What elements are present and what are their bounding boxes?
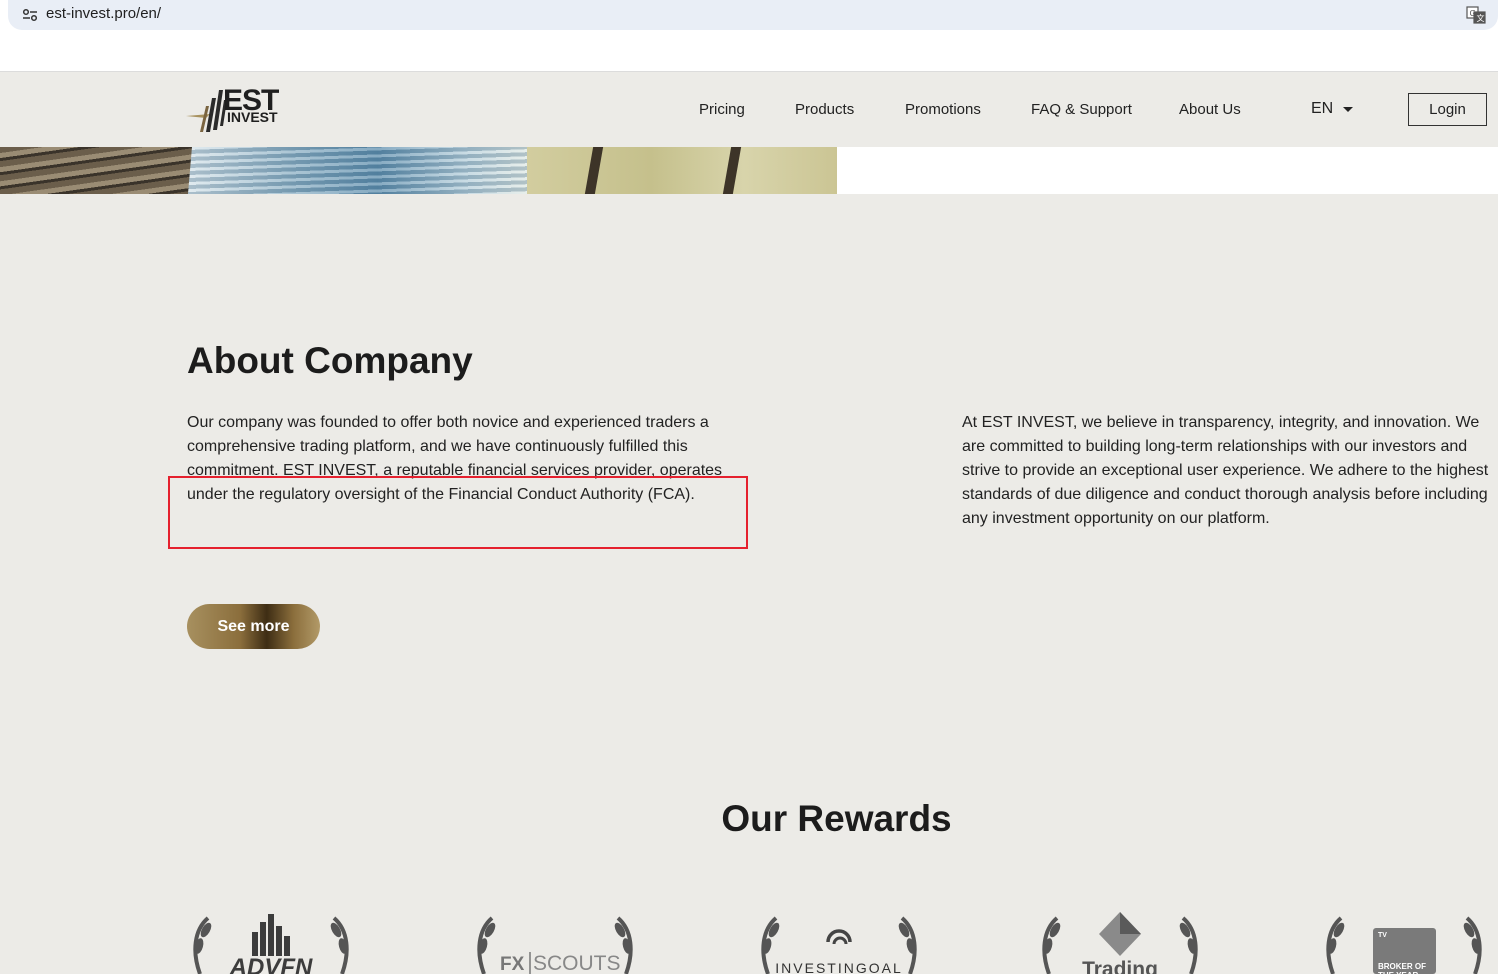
nav-about-us[interactable]: About Us bbox=[1179, 101, 1241, 118]
site-header: EST INVEST Pricing Products Promotions F… bbox=[0, 72, 1498, 147]
award-fxscouts: FX SCOUTS bbox=[470, 908, 640, 974]
see-more-button[interactable]: See more bbox=[187, 604, 320, 649]
award-label: Trading bbox=[1082, 958, 1158, 974]
award-label: BROKER OF THE YEAR bbox=[1378, 962, 1426, 974]
site-info-icon[interactable] bbox=[20, 6, 40, 24]
nav-pricing[interactable]: Pricing bbox=[699, 101, 745, 118]
browser-chrome: est-invest.pro/en/ G 文 bbox=[0, 0, 1498, 72]
award-label-fx: FX bbox=[500, 954, 525, 974]
our-rewards-title: Our Rewards bbox=[721, 798, 952, 839]
svg-text:G: G bbox=[1470, 9, 1476, 18]
award-label: ADVFN bbox=[229, 954, 313, 974]
hero-banner-image bbox=[0, 147, 837, 194]
banner-blank-area bbox=[837, 147, 1498, 194]
nav-products[interactable]: Products bbox=[795, 101, 854, 118]
login-button[interactable]: Login bbox=[1408, 93, 1487, 126]
gold-image-segment bbox=[527, 147, 837, 194]
banner-stripe bbox=[722, 147, 742, 194]
nav-faq-support[interactable]: FAQ & Support bbox=[1031, 101, 1132, 118]
award-trading: Trading bbox=[1035, 908, 1205, 974]
award-badge: TV bbox=[1378, 932, 1387, 939]
award-investingoal: INVESTINGOAL bbox=[754, 908, 924, 974]
url-text[interactable]: est-invest.pro/en/ bbox=[46, 5, 161, 22]
translate-icon[interactable]: G 文 bbox=[1466, 5, 1486, 25]
water-image-segment bbox=[188, 147, 533, 194]
svg-text:文: 文 bbox=[1477, 13, 1485, 23]
award-label-scouts: SCOUTS bbox=[533, 952, 621, 974]
caret-down-icon[interactable] bbox=[1343, 107, 1353, 112]
award-label: INVESTINGOAL bbox=[775, 960, 903, 974]
about-company-title: About Company bbox=[187, 340, 473, 381]
banner-stripe bbox=[584, 147, 604, 194]
award-advfn: ADVFN bbox=[186, 908, 356, 974]
nav-promotions[interactable]: Promotions bbox=[905, 101, 981, 118]
field-image-segment bbox=[0, 147, 192, 194]
about-left-paragraph: Our company was founded to offer both no… bbox=[187, 414, 723, 503]
about-right-paragraph: At EST INVEST, we believe in transparenc… bbox=[962, 414, 1489, 527]
language-selector[interactable]: EN bbox=[1311, 100, 1333, 118]
water-texture bbox=[188, 147, 533, 194]
logo-text-bottom: INVEST bbox=[227, 109, 278, 125]
est-invest-logo[interactable]: EST INVEST bbox=[186, 84, 296, 136]
award-broker-of-the-year: TV BROKER OF THE YEAR bbox=[1319, 908, 1489, 974]
address-bar[interactable]: est-invest.pro/en/ G 文 bbox=[8, 0, 1498, 30]
